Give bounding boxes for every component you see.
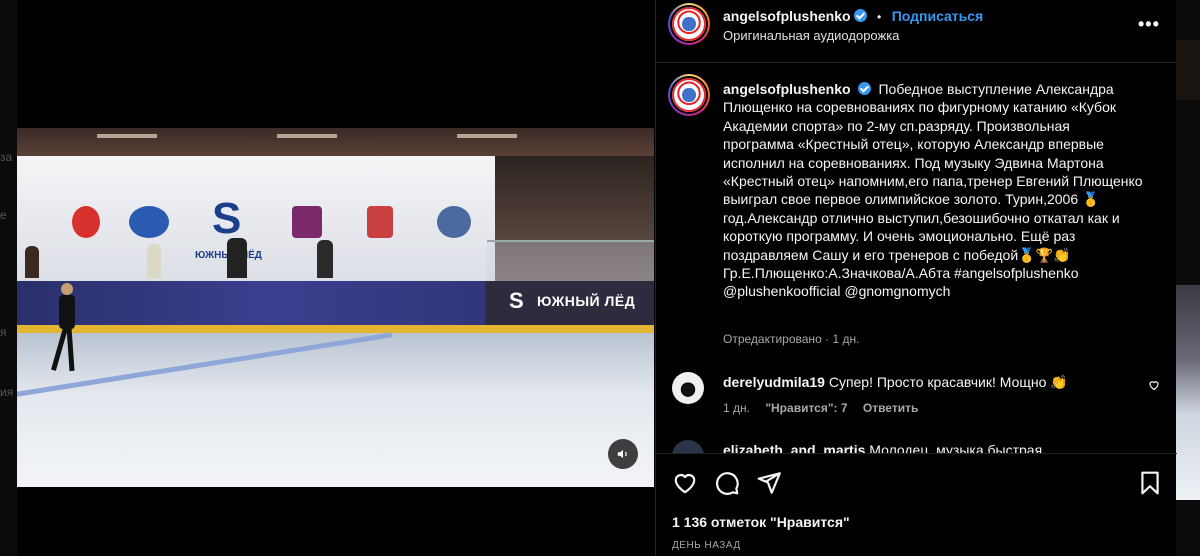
background-text-fragment: я — [0, 325, 7, 339]
background-thumbnail — [1176, 40, 1200, 100]
sponsor-logo — [129, 206, 169, 238]
post-timestamp[interactable]: ДЕНЬ НАЗАД — [672, 540, 741, 551]
avatar[interactable] — [672, 7, 706, 41]
caption-text: Победное выступление Александра Плющенко… — [723, 81, 1143, 300]
story-ring[interactable] — [668, 3, 710, 45]
board-logo-text: ЮЖНЫЙ ЛЁД — [537, 293, 636, 309]
comment-likes[interactable]: "Нравится": 7 — [765, 401, 847, 415]
comment-meta: 1 дн. "Нравится": 7 Ответить — [723, 401, 930, 415]
story-ring[interactable] — [668, 74, 710, 116]
post-video[interactable]: S ЮЖНЫЙ ЛЁД S ЮЖНЫЙ ЛЁД — [17, 128, 654, 487]
more-icon: ••• — [1138, 14, 1160, 34]
spectator — [227, 238, 247, 278]
separator-dot: • — [877, 10, 882, 24]
comment-time[interactable]: 1 дн. — [723, 401, 750, 415]
skater — [51, 283, 77, 373]
background-text-fragment: за — [0, 150, 13, 164]
edited-time[interactable]: 1 дн. — [832, 332, 859, 346]
verified-badge-icon — [853, 9, 867, 22]
spectator — [317, 240, 333, 278]
avatar[interactable] — [672, 440, 704, 453]
audio-link[interactable]: Оригинальная аудиодорожка — [723, 28, 899, 43]
spectator — [25, 246, 39, 278]
avatar[interactable] — [672, 78, 706, 112]
rink-ice — [17, 333, 654, 487]
reply-button[interactable]: Ответить — [863, 401, 918, 415]
comment-text: Молодец, музыка быстрая — [869, 442, 1043, 453]
caption-username[interactable]: angelsofplushenko — [723, 81, 851, 97]
comments-scroll-area[interactable]: angelsofplushenko Победное выступление А… — [656, 64, 1177, 453]
background-text-fragment: е — [0, 208, 7, 222]
post-actions: 1 136 отметок "Нравится" ДЕНЬ НАЗАД — [656, 453, 1177, 556]
edited-meta: Отредактировано · 1 дн. — [723, 332, 859, 346]
author-username[interactable]: angelsofplushenko — [723, 8, 851, 24]
verified-badge-icon — [857, 82, 871, 95]
comment-username[interactable]: elizabeth_and_martis — [723, 442, 865, 453]
edited-label: Отредактировано — [723, 332, 822, 346]
sound-toggle-button[interactable] — [608, 439, 638, 469]
sponsor-logo — [292, 206, 322, 238]
background-thumbnail — [1176, 285, 1200, 500]
background-text-fragment: ия — [0, 385, 14, 399]
follow-button[interactable]: Подписаться — [892, 8, 984, 24]
background-left-strip: за е я ия — [0, 0, 17, 556]
post-header: angelsofplushenko • Подписаться Оригинал… — [656, 0, 1177, 63]
rink-ceiling — [17, 128, 654, 156]
background-right-strip — [1176, 0, 1200, 556]
bookmark-icon[interactable] — [1137, 470, 1163, 496]
speaker-icon — [617, 449, 627, 459]
likes-count[interactable]: 1 136 отметок "Нравится" — [672, 514, 850, 530]
sponsor-logo — [367, 206, 393, 238]
comment-icon[interactable] — [714, 470, 740, 496]
rink-kickplate — [17, 325, 654, 333]
post-side-panel: angelsofplushenko • Подписаться Оригинал… — [655, 0, 1177, 556]
comment-body: derelyudmila19 Супер! Просто красавчик! … — [723, 374, 1068, 391]
comment-body: elizabeth_and_martis Молодец, музыка быс… — [723, 442, 1042, 453]
post-caption: angelsofplushenko Победное выступление А… — [723, 80, 1143, 301]
heart-icon[interactable] — [672, 470, 698, 496]
edited-separator: · — [825, 332, 830, 346]
rink-logo-s: S — [212, 194, 242, 243]
sponsor-logo — [437, 206, 471, 238]
comment-username[interactable]: derelyudmila19 — [723, 374, 825, 390]
comment-text: Супер! Просто красавчик! Мощно 👏 — [828, 374, 1068, 390]
rink-banner: S ЮЖНЫЙ ЛЁД — [17, 156, 495, 281]
more-options-button[interactable]: ••• — [1138, 14, 1160, 35]
paper-plane-icon[interactable] — [756, 470, 782, 496]
board-logo-s: S — [509, 288, 524, 313]
rink-glass — [487, 240, 654, 284]
avatar[interactable] — [672, 372, 704, 404]
comment-like-heart-icon[interactable] — [1148, 379, 1160, 391]
sponsor-logo — [72, 206, 100, 238]
spectator — [147, 244, 161, 278]
